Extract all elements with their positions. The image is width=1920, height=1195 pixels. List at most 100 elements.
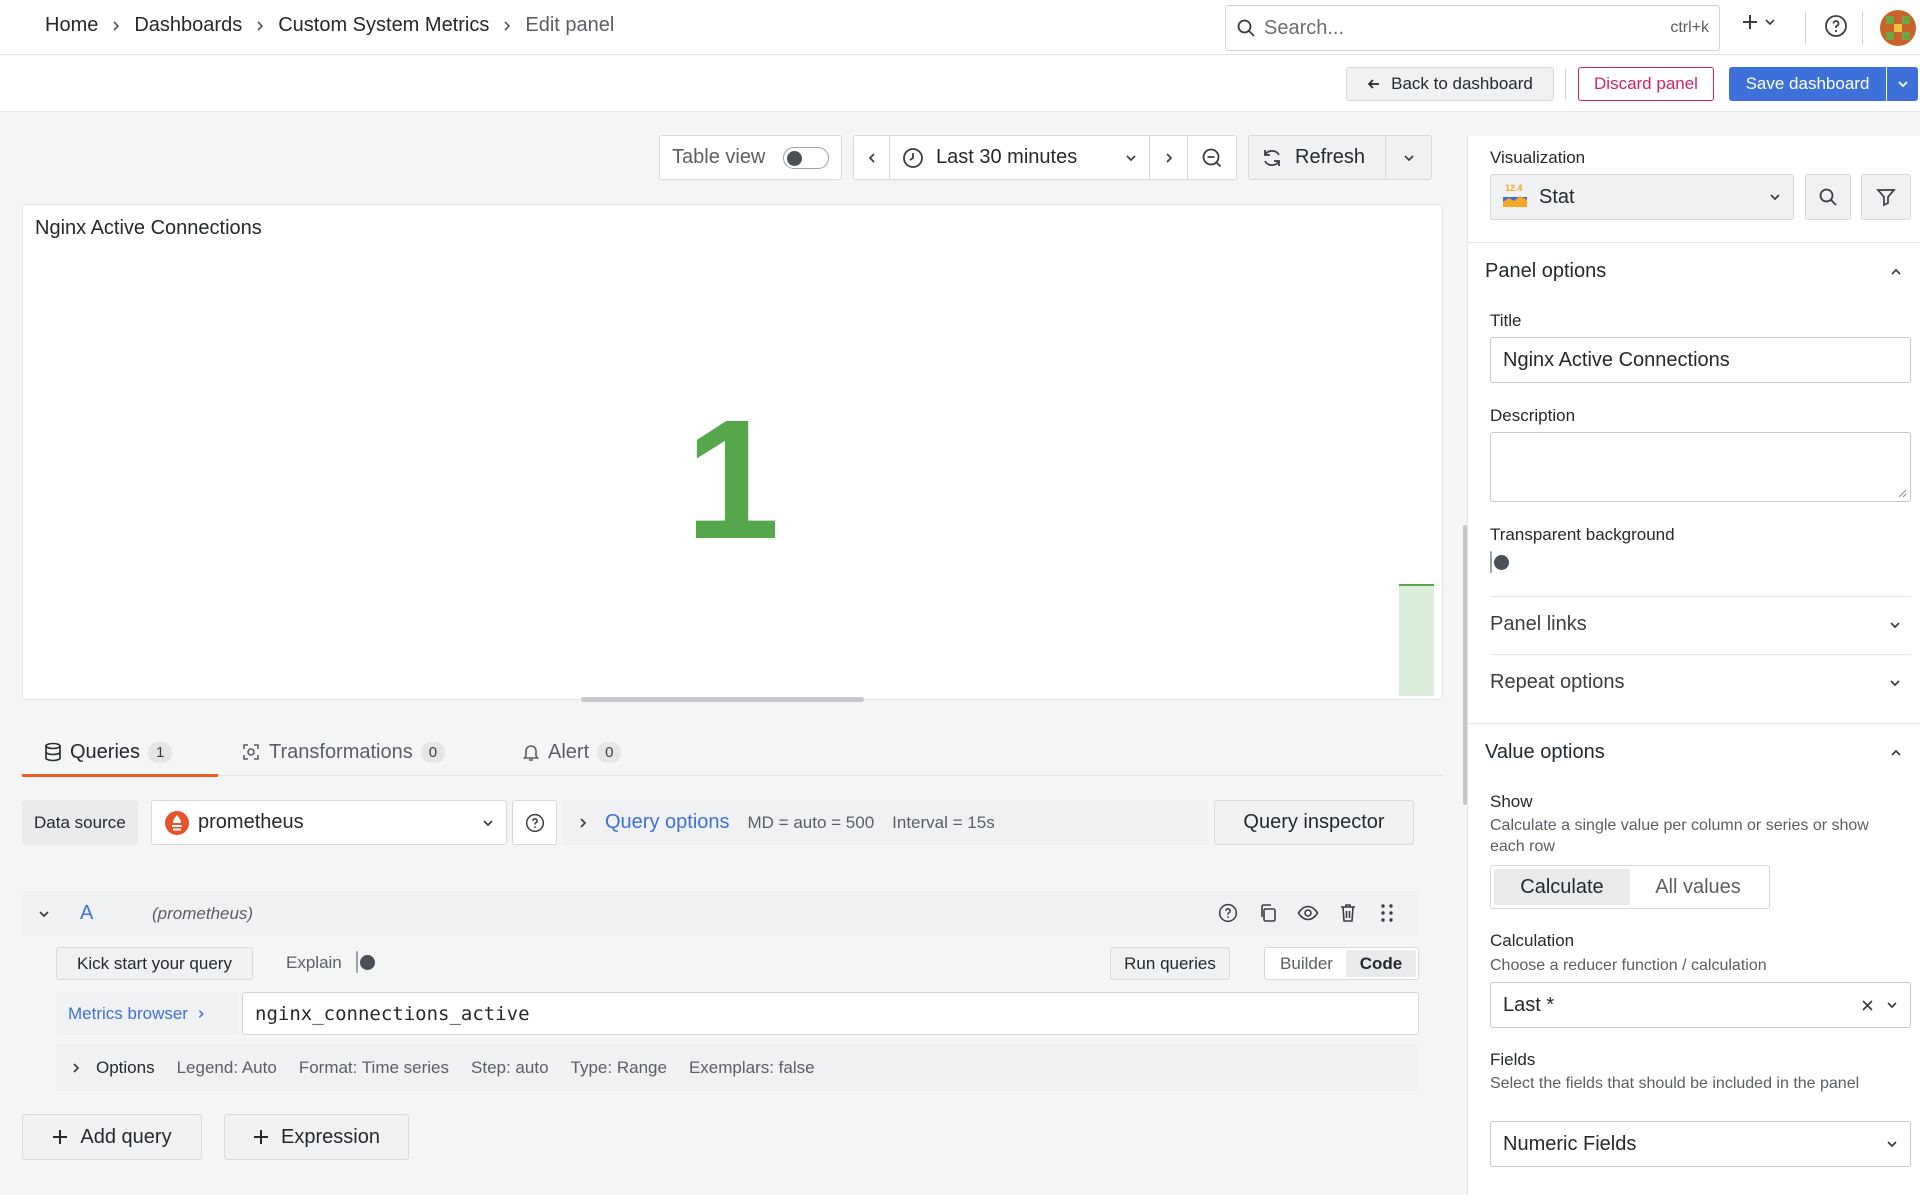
- show-calculate-option[interactable]: Calculate: [1494, 869, 1630, 905]
- user-avatar[interactable]: [1880, 10, 1916, 46]
- viz-version-badge: 12.4: [1505, 183, 1523, 193]
- data-source-picker[interactable]: prometheus: [151, 800, 507, 845]
- query-options-toggle[interactable]: Query options: [577, 811, 730, 834]
- database-icon: [45, 742, 61, 762]
- chevron-right-icon: [1165, 152, 1172, 163]
- query-options-toggle[interactable]: Options: [70, 1058, 155, 1078]
- table-view-label: Table view: [672, 146, 766, 168]
- clear-icon[interactable]: [1861, 999, 1874, 1012]
- show-all-values-option[interactable]: All values: [1630, 876, 1766, 899]
- time-range-button[interactable]: Last 30 minutes: [890, 136, 1150, 179]
- table-view-switch[interactable]: [783, 146, 829, 169]
- divider: [1805, 12, 1806, 44]
- chevron-down-icon[interactable]: [1889, 677, 1901, 689]
- search-icon: [1819, 188, 1837, 206]
- breadcrumb-home[interactable]: Home: [45, 14, 98, 37]
- filter-icon: [1876, 189, 1896, 207]
- chevron-down-icon: [1126, 154, 1136, 161]
- run-queries-button[interactable]: Run queries: [1110, 947, 1230, 980]
- query-options-row[interactable]: Options Legend: Auto Format: Time series…: [56, 1044, 1419, 1091]
- save-dashboard-label: Save dashboard: [1745, 74, 1870, 93]
- zoom-out-icon: [1202, 148, 1222, 167]
- time-back-button[interactable]: [854, 136, 890, 179]
- refresh-icon: [1264, 149, 1280, 166]
- add-query-label: Add query: [80, 1125, 172, 1148]
- panel-options-header[interactable]: Panel options: [1485, 260, 1606, 283]
- new-menu-button[interactable]: [1740, 12, 1776, 32]
- show-label: Show: [1490, 792, 1533, 811]
- save-dashboard-button[interactable]: Save dashboard: [1729, 67, 1886, 101]
- option-exemplars: Exemplars: false: [688, 1057, 815, 1077]
- calculation-description: Choose a reducer function / calculation: [1490, 957, 1767, 974]
- filter-options-button[interactable]: [1861, 174, 1911, 220]
- breadcrumb-dashboard[interactable]: Custom System Metrics: [278, 14, 489, 37]
- panel-title: Nginx Active Connections: [35, 217, 262, 239]
- tab-alert[interactable]: Alert 0: [522, 728, 622, 776]
- back-to-dashboard-button[interactable]: Back to dashboard: [1346, 67, 1554, 101]
- builder-mode-option[interactable]: Builder: [1267, 954, 1346, 974]
- metrics-browser-button[interactable]: Metrics browser: [56, 992, 237, 1035]
- visualization-value: Stat: [1539, 185, 1575, 208]
- discard-panel-label: Discard panel: [1594, 74, 1698, 93]
- editor-mode-toggle: Builder Code: [1264, 947, 1419, 980]
- search-options-button[interactable]: [1805, 174, 1851, 220]
- search-input[interactable]: Search... ctrl+k: [1225, 5, 1720, 51]
- tab-queries-count: 1: [148, 741, 173, 763]
- tab-transformations[interactable]: Transformations 0: [241, 728, 446, 776]
- fields-label: Fields: [1490, 1050, 1536, 1069]
- query-ref-id[interactable]: A: [80, 902, 93, 925]
- collapse-query-icon[interactable]: [38, 908, 50, 920]
- fields-select[interactable]: Numeric Fields: [1490, 1121, 1911, 1167]
- breadcrumb-dashboards[interactable]: Dashboards: [134, 14, 242, 37]
- transparent-background-switch[interactable]: [1490, 551, 1492, 573]
- horizontal-scrollbar[interactable]: [581, 697, 864, 702]
- query-options-md: MD = auto = 500: [747, 812, 875, 832]
- run-queries-label: Run queries: [1124, 953, 1216, 973]
- divider: [1490, 596, 1911, 597]
- tab-transformations-label: Transformations: [269, 740, 413, 763]
- refresh-picker: Refresh: [1248, 135, 1432, 180]
- chevron-up-icon[interactable]: [1890, 266, 1902, 278]
- help-icon[interactable]: [1218, 903, 1238, 923]
- show-description: Calculate a single value per column or s…: [1490, 817, 1869, 855]
- option-type: Type: Range: [570, 1057, 667, 1077]
- repeat-options-header[interactable]: Repeat options: [1490, 671, 1625, 694]
- chevron-up-icon[interactable]: [1890, 747, 1902, 759]
- value-options-header[interactable]: Value options: [1485, 741, 1605, 764]
- data-source-help-button[interactable]: [512, 800, 557, 845]
- visualization-picker[interactable]: 12.4 Stat: [1490, 174, 1794, 220]
- description-textarea[interactable]: [1490, 432, 1911, 502]
- query-row-header: A (prometheus): [22, 891, 1419, 936]
- metrics-browser-label: Metrics browser: [68, 1003, 188, 1023]
- explain-switch[interactable]: [356, 951, 358, 973]
- drag-handle-icon[interactable]: [1380, 903, 1394, 923]
- eye-icon[interactable]: [1297, 903, 1319, 923]
- plus-icon: [53, 1130, 68, 1144]
- time-forward-button[interactable]: [1150, 136, 1188, 179]
- refresh-button[interactable]: Refresh: [1249, 136, 1386, 179]
- title-input[interactable]: Nginx Active Connections: [1490, 337, 1911, 383]
- chevron-down-icon: [1897, 78, 1909, 90]
- calculation-select[interactable]: Last *: [1490, 982, 1911, 1028]
- chevron-down-icon[interactable]: [1889, 619, 1901, 631]
- panel-links-header[interactable]: Panel links: [1490, 613, 1587, 636]
- zoom-out-button[interactable]: [1188, 136, 1236, 179]
- add-query-button[interactable]: Add query: [22, 1114, 202, 1160]
- duplicate-query-icon[interactable]: [1258, 903, 1278, 923]
- tab-queries[interactable]: Queries 1: [22, 728, 218, 777]
- table-view-toggle[interactable]: Table view: [659, 135, 842, 180]
- add-expression-button[interactable]: Expression: [224, 1114, 409, 1160]
- calculation-label: Calculation: [1490, 931, 1575, 950]
- refresh-interval-button[interactable]: [1386, 136, 1431, 179]
- query-inspector-label: Query inspector: [1243, 811, 1385, 833]
- discard-panel-button[interactable]: Discard panel: [1578, 67, 1714, 101]
- data-source-value: prometheus: [198, 811, 304, 833]
- help-icon[interactable]: [1824, 14, 1848, 38]
- kick-start-query-button[interactable]: Kick start your query: [56, 947, 253, 980]
- code-mode-option[interactable]: Code: [1346, 950, 1416, 977]
- query-inspector-button[interactable]: Query inspector: [1214, 800, 1414, 845]
- save-options-button[interactable]: [1887, 67, 1918, 101]
- breadcrumb: Home Dashboards Custom System Metrics Ed…: [45, 14, 614, 37]
- trash-icon[interactable]: [1338, 902, 1358, 924]
- promql-query-input[interactable]: nginx_connections_active: [242, 992, 1419, 1035]
